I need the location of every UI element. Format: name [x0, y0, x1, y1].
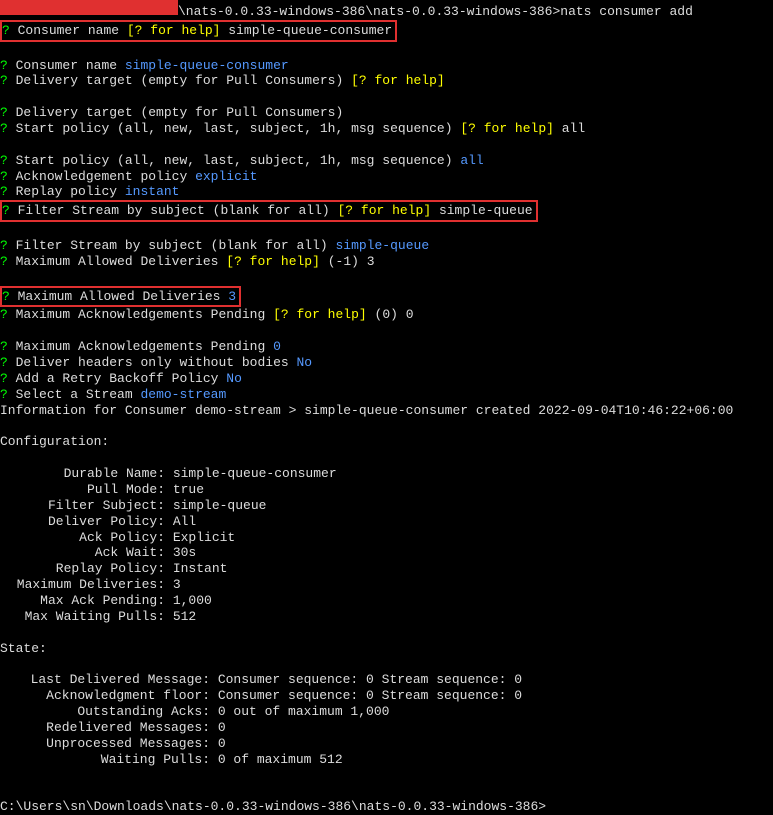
cfg-max-waiting: Max Waiting Pulls: 512 [0, 609, 773, 625]
consumer-name-value: simple-queue-consumer [228, 23, 392, 38]
headers-only-confirm: ? Deliver headers only without bodies No [0, 355, 773, 371]
cfg-ack-wait: Ack Wait: 30s [0, 545, 773, 561]
config-header: Configuration: [0, 434, 773, 450]
max-deliveries-label: Maximum Allowed Deliveries [18, 289, 221, 304]
delivery-target-confirm: ? Delivery target (empty for Pull Consum… [0, 105, 773, 121]
ack-policy-confirm: ? Acknowledgement policy explicit [0, 169, 773, 185]
command-text: nats consumer add [560, 4, 693, 19]
filter-stream-value: simple-queue [439, 203, 533, 218]
cfg-max-ack-pending: Max Ack Pending: 1,000 [0, 593, 773, 609]
prompt-marker: ? [2, 23, 10, 38]
filter-stream-confirm: ? Filter Stream by subject (blank for al… [0, 238, 773, 254]
redaction-block [0, 0, 178, 15]
state-outstanding: Outstanding Acks: 0 out of maximum 1,000 [0, 704, 773, 720]
filter-stream-input-line[interactable]: ? Filter Stream by subject (blank for al… [0, 200, 773, 222]
filter-stream-label: Filter Stream by subject (blank for all) [18, 203, 330, 218]
max-ack-pending-confirm: ? Maximum Acknowledgements Pending 0 [0, 339, 773, 355]
state-waiting-pulls: Waiting Pulls: 0 of maximum 512 [0, 752, 773, 768]
help-hint: [? for help] [127, 23, 221, 38]
consumer-name-confirm: ? Consumer name simple-queue-consumer [0, 58, 773, 74]
state-last-delivered: Last Delivered Message: Consumer sequenc… [0, 672, 773, 688]
state-ack-floor: Acknowledgment floor: Consumer sequence:… [0, 688, 773, 704]
cfg-max-deliveries: Maximum Deliveries: 3 [0, 577, 773, 593]
cfg-deliver-policy: Deliver Policy: All [0, 514, 773, 530]
consumer-name-label: Consumer name [18, 23, 119, 38]
max-deliveries-value: 3 [228, 289, 236, 304]
max-ack-pending-prompt[interactable]: ? Maximum Acknowledgements Pending [? fo… [0, 307, 773, 323]
state-header: State: [0, 641, 773, 657]
cfg-pull-mode: Pull Mode: true [0, 482, 773, 498]
cfg-durable-name: Durable Name: simple-queue-consumer [0, 466, 773, 482]
delivery-target-prompt[interactable]: ? Delivery target (empty for Pull Consum… [0, 73, 773, 89]
prompt-path: \nats-0.0.33-windows-386\nats-0.0.33-win… [178, 4, 560, 19]
replay-policy-confirm: ? Replay policy instant [0, 184, 773, 200]
start-policy-confirm: ? Start policy (all, new, last, subject,… [0, 153, 773, 169]
cfg-ack-policy: Ack Policy: Explicit [0, 530, 773, 546]
footer-prompt[interactable]: C:\Users\sn\Downloads\nats-0.0.33-window… [0, 799, 773, 815]
max-deliveries-confirm-line: ? Maximum Allowed Deliveries 3 [0, 286, 773, 308]
max-deliveries-prompt[interactable]: ? Maximum Allowed Deliveries [? for help… [0, 254, 773, 270]
command-line[interactable]: \nats-0.0.33-windows-386\nats-0.0.33-win… [0, 0, 773, 20]
consumer-name-input-line[interactable]: ? Consumer name [? for help] simple-queu… [0, 20, 773, 42]
info-line: Information for Consumer demo-stream > s… [0, 403, 773, 419]
state-unprocessed: Unprocessed Messages: 0 [0, 736, 773, 752]
start-policy-prompt[interactable]: ? Start policy (all, new, last, subject,… [0, 121, 773, 137]
cfg-filter-subject: Filter Subject: simple-queue [0, 498, 773, 514]
cfg-replay-policy: Replay Policy: Instant [0, 561, 773, 577]
state-redelivered: Redelivered Messages: 0 [0, 720, 773, 736]
select-stream-confirm: ? Select a Stream demo-stream [0, 387, 773, 403]
retry-backoff-confirm: ? Add a Retry Backoff Policy No [0, 371, 773, 387]
